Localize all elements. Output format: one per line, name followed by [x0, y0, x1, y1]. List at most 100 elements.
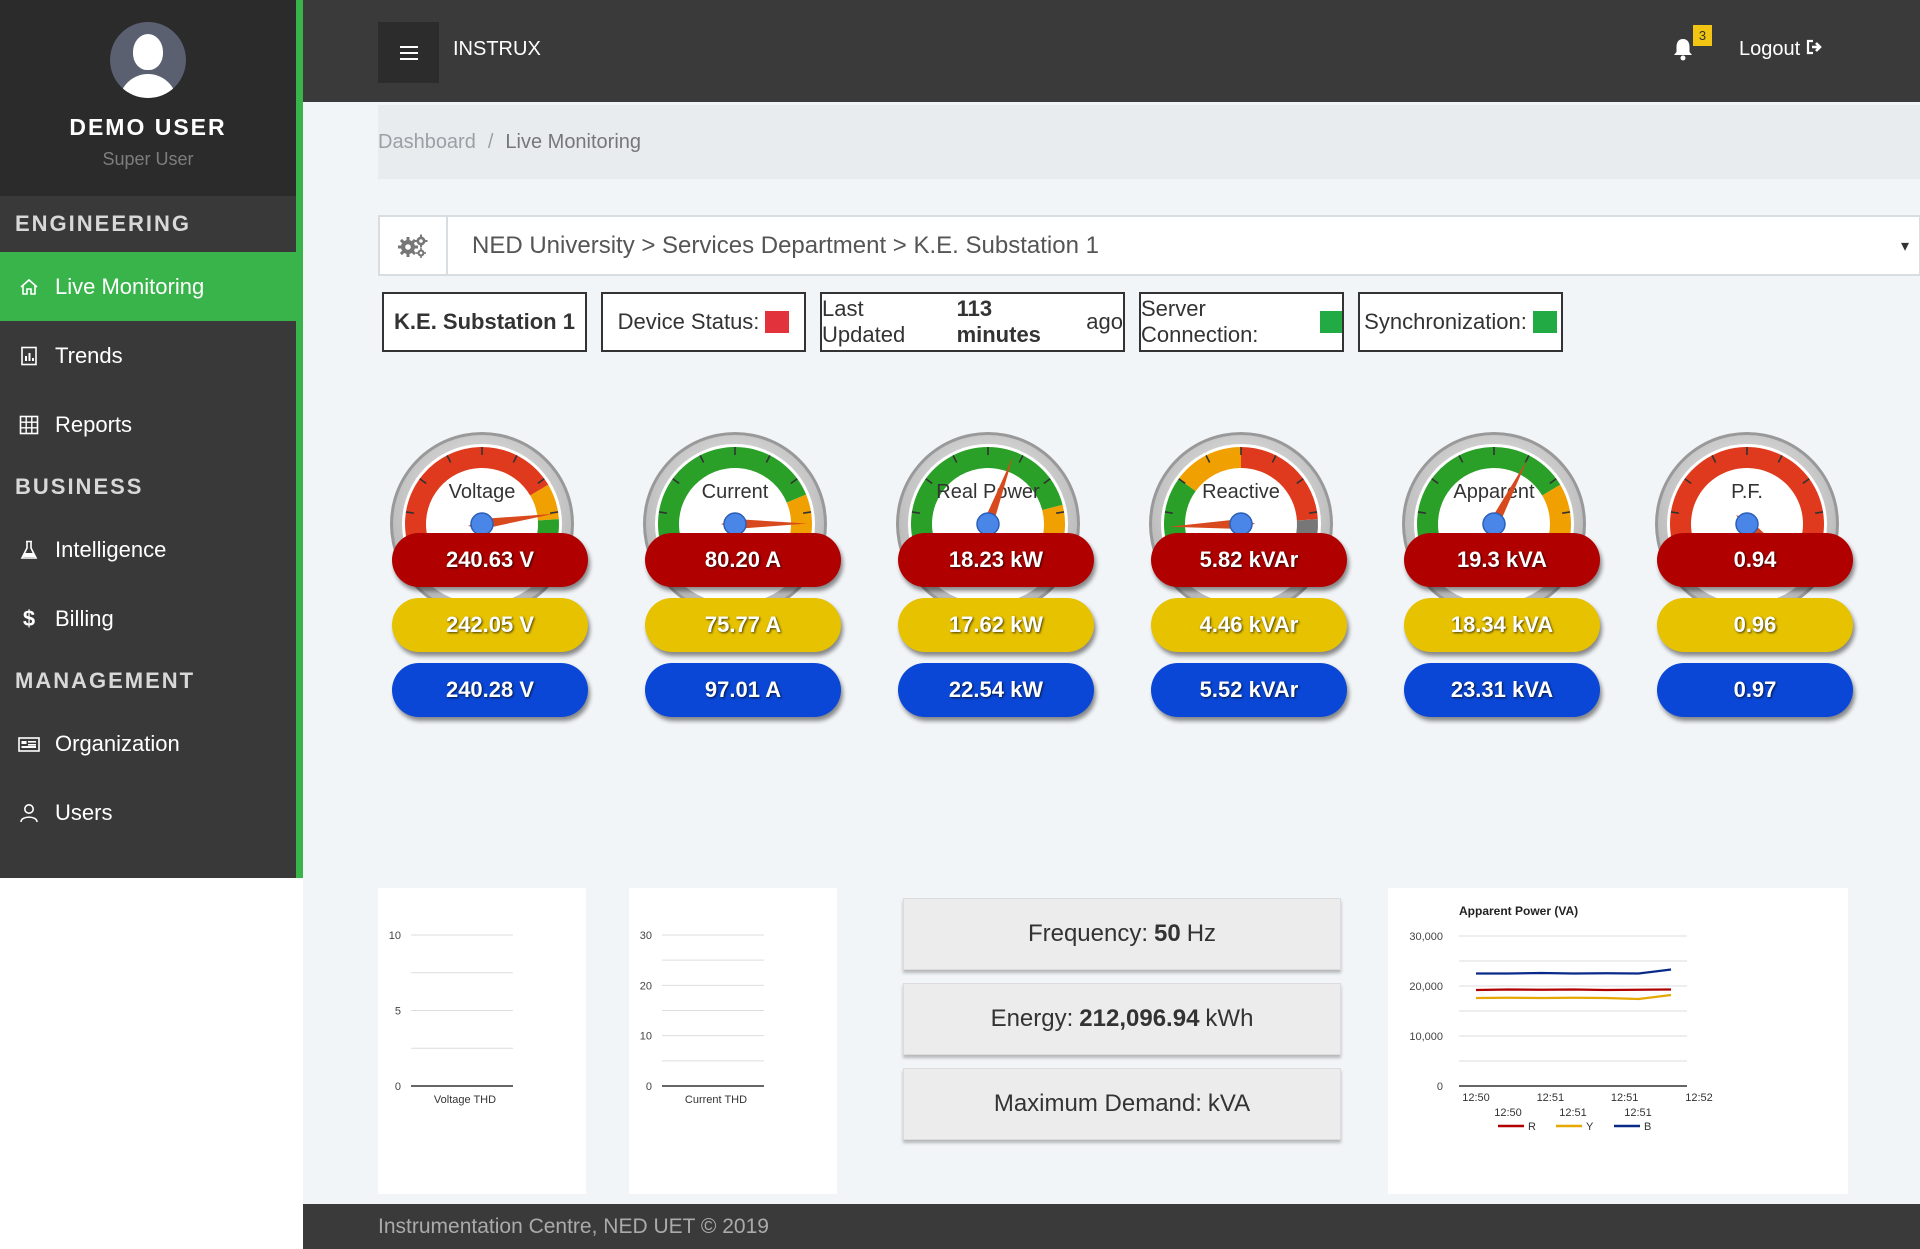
y-tick-label: 0 — [395, 1081, 401, 1093]
sidebar-item-label: Trends — [55, 343, 123, 368]
x-tick-label: 12:50 — [1462, 1092, 1490, 1104]
user-role: Super User — [102, 149, 194, 169]
bell-icon[interactable] — [1672, 37, 1694, 61]
power-factor-phase-b: 0.97 — [1657, 663, 1853, 717]
gears-icon — [380, 217, 448, 274]
current-phase-b: 97.01 A — [645, 663, 841, 717]
gauge-hub — [723, 512, 747, 536]
table-icon — [17, 413, 41, 437]
profile-panel: DEMO USER Super User — [0, 0, 296, 196]
nav-section-management: MANAGEMENT — [15, 668, 196, 693]
gauge-title: Current — [702, 481, 769, 503]
y-tick-label: 10 — [640, 1031, 652, 1043]
breadcrumb-current: Live Monitoring — [505, 131, 642, 153]
x-tick-label: 12:51 — [1537, 1092, 1565, 1104]
reactive-power-phase-y: 4.46 kVAr — [1151, 598, 1347, 652]
sidebar-item-users[interactable]: Users — [0, 778, 296, 847]
sidebar-item-label: Organization — [55, 731, 180, 756]
gauge-title: Real Power — [936, 481, 1040, 503]
nav-section-business: BUSINESS — [15, 474, 144, 499]
real-power-phase-r: 18.23 kW — [898, 533, 1094, 587]
y-tick-label: 0 — [1437, 1081, 1443, 1093]
legend-label: Y — [1586, 1121, 1594, 1133]
series-line-R — [1475, 988, 1672, 992]
sidebar-item-intelligence[interactable]: Intelligence — [0, 515, 296, 584]
main-content: Dashboard / Live Monitoring NED University… — [303, 102, 1920, 1204]
frequency-value: 50 — [1154, 920, 1181, 947]
apparent-power-gauge: Apparent010060.13 KVA — [1402, 432, 1586, 616]
sidebar-item-label: Users — [55, 800, 113, 825]
sidebar-item-label: Live Monitoring — [55, 274, 205, 299]
y-tick-label: 20,000 — [1409, 981, 1443, 993]
avatar[interactable] — [110, 22, 186, 98]
energy-box: Energy: 212,096.94 kWh — [903, 983, 1341, 1055]
y-tick-label: 20 — [640, 980, 652, 992]
x-axis-label: Voltage THD — [434, 1094, 496, 1106]
reactive-power-phase-b: 5.52 kVAr — [1151, 663, 1347, 717]
footer: Instrumentation Centre, NED UET © 2019 — [303, 1204, 1920, 1249]
logout-button[interactable]: Logout — [1739, 38, 1824, 61]
real-power-gauge: Real Power010057.55 KW — [896, 432, 1080, 616]
gauge-hub — [1735, 512, 1759, 536]
hamburger-icon — [399, 45, 418, 48]
maximum-demand-box: Maximum Demand: kVA — [903, 1068, 1341, 1140]
current-phase-r: 80.20 A — [645, 533, 841, 587]
gauge-hub — [1482, 512, 1506, 536]
voltage-phase-r: 240.63 V — [392, 533, 588, 587]
sign-out-icon — [1806, 38, 1824, 61]
station-name-box: K.E. Substation 1 — [382, 292, 587, 352]
location-selector[interactable]: NED University > Services Department > K… — [378, 215, 1920, 276]
gauge-hub — [976, 512, 1000, 536]
apparent-power-phase-y: 18.34 kVA — [1404, 598, 1600, 652]
energy-value: 212,096.94 — [1079, 1005, 1200, 1032]
synchronization-indicator — [1532, 311, 1557, 333]
current-phase-y: 75.77 A — [645, 598, 841, 652]
sidebar-item-organization[interactable]: Organization — [0, 709, 296, 778]
y-tick-label: 10 — [389, 930, 401, 942]
user-name: DEMO USER — [69, 114, 227, 140]
reactive-power-phase-r: 5.82 kVAr — [1151, 533, 1347, 587]
apparent-power-chart: Apparent Power (VA) 0 10,000 20,000 30,000 12… — [1388, 888, 1848, 1194]
chevron-down-icon: ▾ — [1900, 237, 1909, 255]
series-line-Y — [1475, 993, 1672, 1001]
dollar-icon: $ — [22, 606, 36, 631]
power-factor-phase-r: 0.94 — [1657, 533, 1853, 587]
power-factor-phase-y: 0.96 — [1657, 598, 1853, 652]
x-tick-label: 12:50 — [1494, 1107, 1522, 1119]
voltage-phase-b: 240.28 V — [392, 663, 588, 717]
sidebar-item-live-monitoring[interactable]: Live Monitoring — [0, 252, 296, 321]
breadcrumb-home[interactable]: Dashboard — [378, 131, 476, 153]
y-tick-label: 0 — [646, 1081, 652, 1093]
real-power-phase-y: 17.62 kW — [898, 598, 1094, 652]
menu-toggle-button[interactable] — [378, 22, 439, 83]
voltage-phase-y: 242.05 V — [392, 598, 588, 652]
top-bar: INSTRUX 3 Logout — [303, 0, 1920, 102]
sidebar-item-label: Billing — [55, 606, 114, 631]
home-icon — [17, 275, 41, 299]
building-icon — [17, 732, 41, 756]
x-tick-label: 12:52 — [1685, 1092, 1713, 1104]
sidebar-item-reports[interactable]: Reports — [0, 390, 296, 459]
gauge-title: Voltage — [449, 481, 516, 503]
app-brand[interactable]: INSTRUX — [453, 38, 541, 61]
apparent-power-phase-b: 23.31 kVA — [1404, 663, 1600, 717]
device-status-indicator — [765, 311, 790, 333]
chart-title: Apparent Power (VA) — [1459, 904, 1578, 918]
sidebar-item-billing[interactable]: $ Billing — [0, 584, 296, 653]
device-status-box: Device Status: — [601, 292, 806, 352]
last-updated-box: Last Updated 113 minutes ago — [820, 292, 1125, 352]
gauge-title: P.F. — [1731, 481, 1763, 503]
x-tick-label: 12:51 — [1624, 1107, 1652, 1119]
gauge-hub — [470, 512, 494, 536]
gauge-title: Reactive — [1202, 481, 1280, 503]
sidebar-item-label: Reports — [55, 412, 133, 437]
sidebar-item-trends[interactable]: Trends — [0, 321, 296, 390]
flask-icon — [17, 538, 41, 562]
x-tick-label: 12:51 — [1559, 1107, 1587, 1119]
real-power-phase-b: 22.54 kW — [898, 663, 1094, 717]
current-thd-chart: 0 10 20 30 Current THD — [629, 888, 837, 1194]
server-connection-indicator — [1319, 311, 1342, 333]
x-tick-label: 12:51 — [1611, 1092, 1639, 1104]
user-icon — [17, 801, 41, 825]
gauge-title: Apparent — [1453, 481, 1535, 503]
